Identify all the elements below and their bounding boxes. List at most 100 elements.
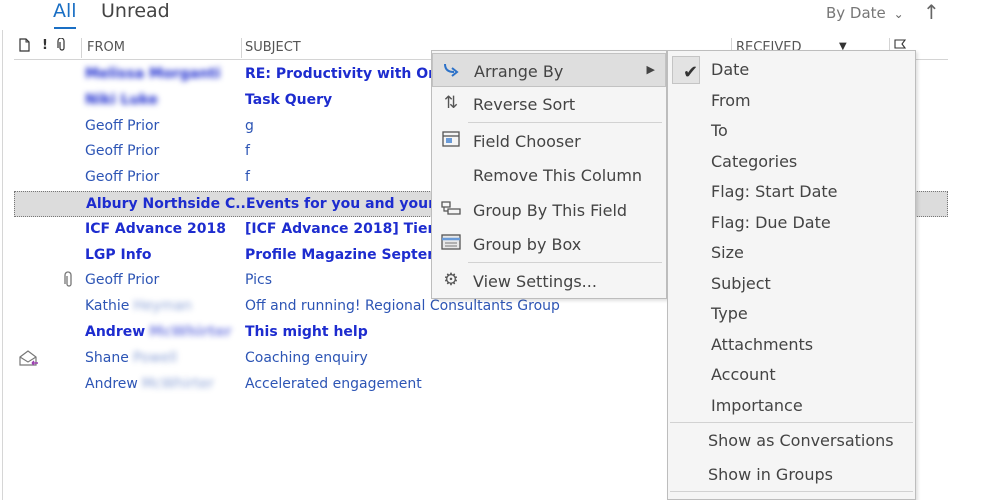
message-from: Geoff Prior	[85, 169, 159, 185]
arrange-option-label: From	[711, 90, 751, 110]
sender-surname-redacted: McWhirter	[141, 375, 214, 392]
arrange-option-type[interactable]: Type	[668, 297, 915, 328]
attachment-header-icon[interactable]	[56, 37, 68, 56]
message-subject: RE: Productivity with One	[245, 66, 448, 82]
gear-icon: ⚙	[443, 270, 459, 290]
message-from: Andrew McWhirter	[85, 324, 232, 340]
arrange-option-label: Categories	[711, 151, 798, 171]
sender-surname-redacted: Heyman	[133, 298, 192, 315]
message-from: Shane Powell	[85, 350, 177, 366]
menu-item-show-groups[interactable]: Show in Groups	[668, 459, 915, 491]
message-subject: Off and running! Regional Consultants Gr…	[245, 298, 560, 315]
message-subject: Events for you and your st	[246, 196, 455, 212]
attachment-icon	[63, 271, 75, 293]
menu-item-reverse-sort[interactable]: ⇅ Reverse Sort	[432, 87, 666, 121]
replied-envelope-icon	[18, 349, 40, 371]
message-from: Geoff Prior	[85, 272, 159, 288]
column-subject[interactable]: SUBJECT	[245, 40, 301, 55]
show-conversations-label: Show as Conversations	[708, 431, 894, 450]
sender-name: Niki Luke	[85, 91, 158, 108]
sort-dropdown[interactable]: By Date ⌄	[826, 4, 904, 22]
remove-column-label: Remove This Column	[473, 166, 643, 185]
group-by-field-icon	[440, 199, 462, 222]
menu-item-group-by-field[interactable]: Group By This Field	[432, 193, 666, 227]
tab-unread[interactable]: Unread	[101, 0, 170, 22]
tab-all[interactable]: All	[53, 0, 77, 22]
menu-item-show-conversations[interactable]: Show as Conversations	[668, 425, 915, 457]
message-subject: Pics	[245, 272, 273, 289]
field-chooser-label: Field Chooser	[473, 132, 581, 151]
message-subject: [ICF Advance 2018] Tier Tw	[245, 220, 461, 237]
arrange-option-categories[interactable]: Categories	[668, 145, 915, 176]
arrange-option-flag-start-date[interactable]: Flag: Start Date	[668, 175, 915, 206]
view-settings-label: View Settings...	[473, 272, 597, 291]
sender-name: Kathie	[85, 298, 130, 315]
sender-name: Geoff Prior	[85, 169, 160, 186]
menu-item-group-by-box[interactable]: Group by Box	[432, 227, 666, 261]
arrange-option-attachments[interactable]: Attachments	[668, 328, 915, 359]
arrange-option-date[interactable]: ✔ Date	[668, 53, 915, 84]
menu-separator	[468, 122, 662, 123]
column-separator[interactable]	[241, 38, 242, 58]
show-groups-label: Show in Groups	[708, 465, 833, 484]
arrange-option-to[interactable]: To	[668, 114, 915, 145]
group-by-field-label: Group By This Field	[473, 201, 628, 220]
menu-item-field-chooser[interactable]: Field Chooser	[432, 124, 666, 158]
chevron-down-icon: ⌄	[893, 7, 904, 21]
arrange-option-flag-due-date[interactable]: Flag: Due Date	[668, 206, 915, 237]
document-icon[interactable]	[19, 38, 30, 56]
message-subject: Coaching enquiry	[245, 349, 368, 366]
pane-border	[2, 30, 3, 500]
column-separator[interactable]	[81, 38, 82, 58]
message-subject: f	[245, 169, 250, 186]
message-from: Kathie Heyman	[85, 298, 192, 314]
message-subject: g	[245, 117, 254, 134]
tab-all-underline	[54, 27, 76, 29]
menu-item-remove-column[interactable]: Remove This Column	[432, 158, 666, 192]
menu-item-arrange-by[interactable]: Arrange By ▶	[432, 53, 666, 87]
message-subject: Profile Magazine Septemb	[245, 246, 452, 263]
sender-name: Melissa Morganti	[85, 66, 221, 82]
message-subject: Task Query	[245, 91, 333, 108]
message-from: Melissa Morganti	[85, 66, 220, 82]
arrange-option-label: Account	[711, 365, 776, 384]
arrange-option-label: Importance	[711, 395, 803, 415]
column-from[interactable]: FROM	[87, 40, 125, 55]
menu-item-view-settings[interactable]: ⚙ View Settings...	[432, 264, 666, 298]
group-by-box-label: Group by Box	[473, 235, 582, 254]
message-from: Niki Luke	[85, 92, 158, 108]
sender-surname-redacted: Powell	[132, 349, 178, 366]
sender-name: Shane	[85, 349, 129, 366]
sender-name: LGP Info	[85, 246, 152, 263]
check-box: ✔	[672, 56, 700, 84]
message-subject: f	[245, 143, 250, 160]
context-menu: Arrange By ▶ ⇅ Reverse Sort Field Choose…	[431, 50, 667, 299]
message-from: Andrew McWhirter	[85, 376, 214, 392]
arrange-by-icon	[441, 60, 463, 83]
reverse-sort-icon: ⇅	[443, 93, 459, 113]
sender-name: Andrew	[85, 324, 146, 340]
sender-surname-redacted: McWhirter	[149, 324, 232, 340]
group-by-box-icon	[440, 233, 462, 256]
sort-dropdown-label: By Date	[826, 4, 886, 22]
sender-name: Geoff Prior	[85, 143, 160, 160]
importance-icon[interactable]: !	[42, 38, 48, 53]
arrange-option-size[interactable]: Size	[668, 236, 915, 267]
arrange-option-label: Size	[711, 243, 744, 262]
arrange-option-importance[interactable]: Importance	[668, 389, 915, 420]
arrange-option-label: Type	[711, 304, 748, 323]
sender-name: Geoff Prior	[85, 117, 160, 134]
arrange-option-label: Flag: Due Date	[711, 212, 831, 232]
arrange-option-from[interactable]: From	[668, 84, 915, 115]
arrange-option-label: Date	[711, 60, 750, 79]
arrange-option-account[interactable]: Account	[668, 358, 915, 389]
arrange-option-label: Subject	[711, 273, 771, 293]
arrange-option-label: Attachments	[711, 334, 814, 354]
message-from: Geoff Prior	[85, 143, 159, 159]
sender-name: Albury Northside C...	[86, 196, 252, 212]
sort-direction-arrow-icon[interactable]: ↑	[923, 0, 940, 24]
arrange-option-label: To	[711, 121, 728, 140]
arrange-option-subject[interactable]: Subject	[668, 267, 915, 298]
field-chooser-icon	[440, 130, 462, 153]
menu-separator	[670, 491, 913, 492]
